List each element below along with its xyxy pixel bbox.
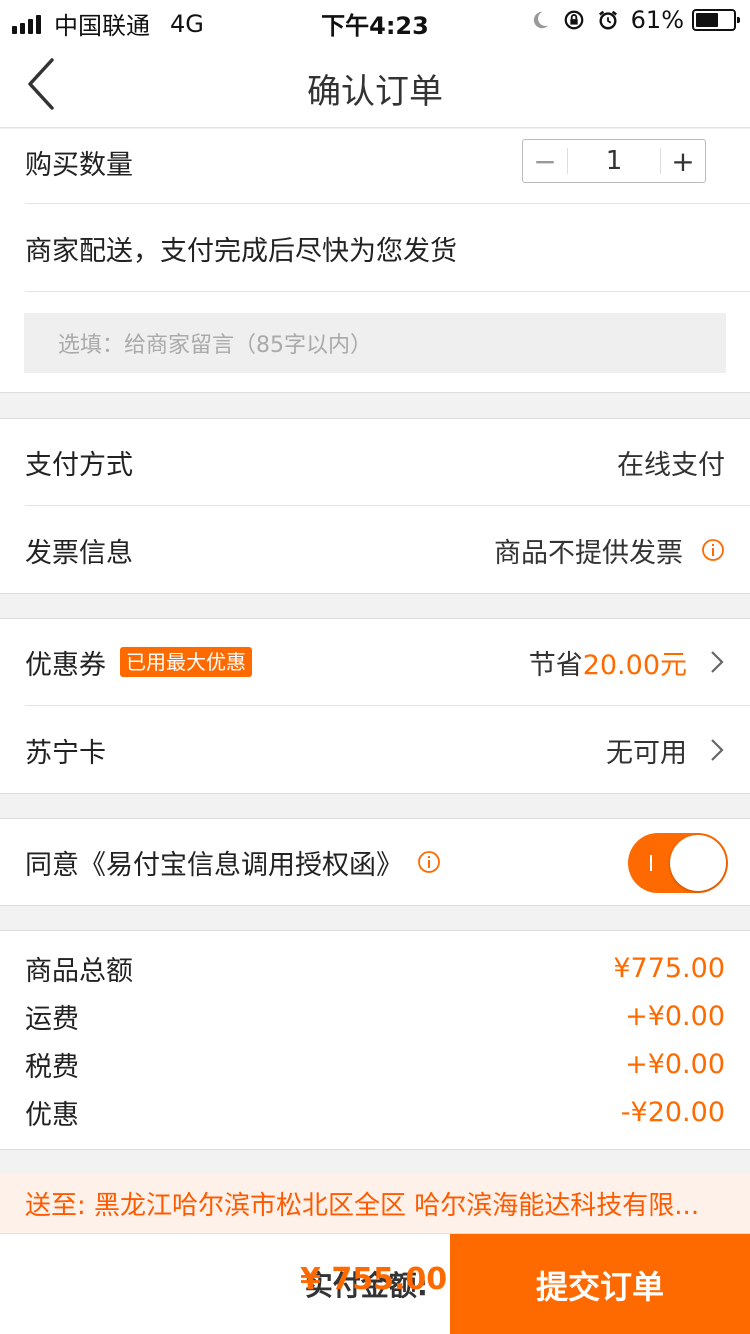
minus-button[interactable]: −	[523, 140, 567, 182]
agreement-section: 同意《易付宝信息调用授权函》	[0, 818, 750, 906]
order-detail-section: 购买数量 − 1 + 商家配送，支付完成后尽快为您发货 选填：给商家留言（85字…	[0, 129, 750, 393]
delivery-text: 商家配送，支付完成后尽快为您发货	[25, 235, 457, 267]
summary-label: 商品总额	[25, 955, 133, 987]
payment-method-label: 支付方式	[25, 449, 133, 481]
divider	[0, 905, 750, 906]
coupon-label: 优惠券	[25, 649, 106, 681]
payment-method-row[interactable]: 支付方式 在线支付	[0, 418, 750, 506]
status-bar: 中国联通 4G 下午4:23 61%	[0, 0, 750, 40]
moon-icon	[533, 11, 548, 29]
divider	[0, 392, 750, 393]
coupon-badge: 已用最大优惠	[120, 647, 252, 677]
battery-percent: 61%	[630, 6, 684, 34]
summary-row: 税费 +¥0.00	[25, 1044, 725, 1084]
suning-card-label: 苏宁卡	[25, 737, 106, 769]
chevron-right-icon	[711, 739, 724, 761]
discount-section: 优惠券 已用最大优惠 节省 20.00元 苏宁卡 无可用	[0, 618, 750, 794]
toggle-on-mark	[650, 855, 652, 871]
pay-amount-value: ¥ 755.00	[300, 1262, 448, 1297]
coupon-save-prefix: 节省	[528, 649, 583, 681]
submit-order-button[interactable]: 提交订单	[450, 1234, 750, 1334]
summary-label: 优惠	[25, 1099, 79, 1131]
coupon-save-amount: 20.00元	[582, 649, 687, 681]
agreement-label[interactable]: 同意《易付宝信息调用授权函》	[25, 843, 403, 882]
nav-bar: 确认订单	[0, 40, 750, 128]
agreement-toggle[interactable]	[628, 833, 728, 893]
checkout-bar: 实付金额: ¥ 755.00 提交订单	[0, 1233, 750, 1334]
invoice-label: 发票信息	[25, 537, 133, 569]
summary-row: 商品总额 ¥775.00	[25, 948, 725, 988]
info-icon[interactable]	[417, 850, 441, 874]
payment-section: 支付方式 在线支付 发票信息 商品不提供发票	[0, 418, 750, 594]
summary-value: -¥20.00	[620, 1096, 725, 1128]
message-placeholder: 选填：给商家留言（85字以内）	[58, 333, 372, 358]
page-title: 确认订单	[307, 72, 443, 112]
summary-section: 商品总额 ¥775.00 运费 +¥0.00 税费 +¥0.00 优惠 -¥20…	[0, 930, 750, 1150]
toggle-knob	[670, 835, 726, 891]
summary-label: 运费	[25, 1003, 79, 1035]
delivery-row: 商家配送，支付完成后尽快为您发货	[0, 204, 750, 292]
alarm-icon	[598, 10, 617, 30]
suning-card-value: 无可用	[606, 737, 687, 769]
summary-row: 优惠 -¥20.00	[25, 1092, 725, 1132]
summary-value: +¥0.00	[625, 1048, 725, 1080]
payment-method-value: 在线支付	[617, 449, 725, 481]
summary-value: ¥775.00	[613, 952, 725, 984]
rotation-lock-icon	[564, 10, 584, 30]
info-icon[interactable]	[701, 538, 725, 562]
invoice-value: 商品不提供发票	[494, 537, 683, 569]
suning-card-row[interactable]: 苏宁卡 无可用	[0, 706, 750, 794]
shipping-address-text: 送至: 黑龙江哈尔滨市松北区全区 哈尔滨海能达科技有限...	[25, 1190, 700, 1221]
message-input[interactable]: 选填：给商家留言（85字以内）	[24, 313, 726, 373]
summary-row: 运费 +¥0.00	[25, 996, 725, 1036]
coupon-row[interactable]: 优惠券 已用最大优惠 节省 20.00元	[0, 618, 750, 706]
divider	[0, 593, 750, 594]
chevron-right-icon	[711, 651, 724, 673]
quantity-value[interactable]: 1	[567, 148, 661, 174]
invoice-row[interactable]: 发票信息 商品不提供发票	[0, 506, 750, 594]
divider	[0, 793, 750, 794]
battery-icon	[692, 9, 740, 31]
quantity-label: 购买数量	[25, 150, 133, 181]
divider	[0, 930, 750, 931]
plus-button[interactable]: +	[661, 140, 705, 182]
divider	[25, 291, 750, 292]
confirm-order-page: 中国联通 4G 下午4:23 61% 确认订单 购买数量 − 1 + 商家配送，…	[0, 0, 750, 1334]
summary-label: 税费	[25, 1051, 79, 1083]
shipping-address-bar[interactable]: 送至: 黑龙江哈尔滨市松北区全区 哈尔滨海能达科技有限...	[0, 1173, 750, 1233]
divider	[0, 1149, 750, 1150]
quantity-stepper[interactable]: − 1 +	[522, 139, 706, 183]
battery-fill	[696, 13, 718, 27]
summary-value: +¥0.00	[625, 1000, 725, 1032]
status-right: 61%	[517, 6, 740, 34]
